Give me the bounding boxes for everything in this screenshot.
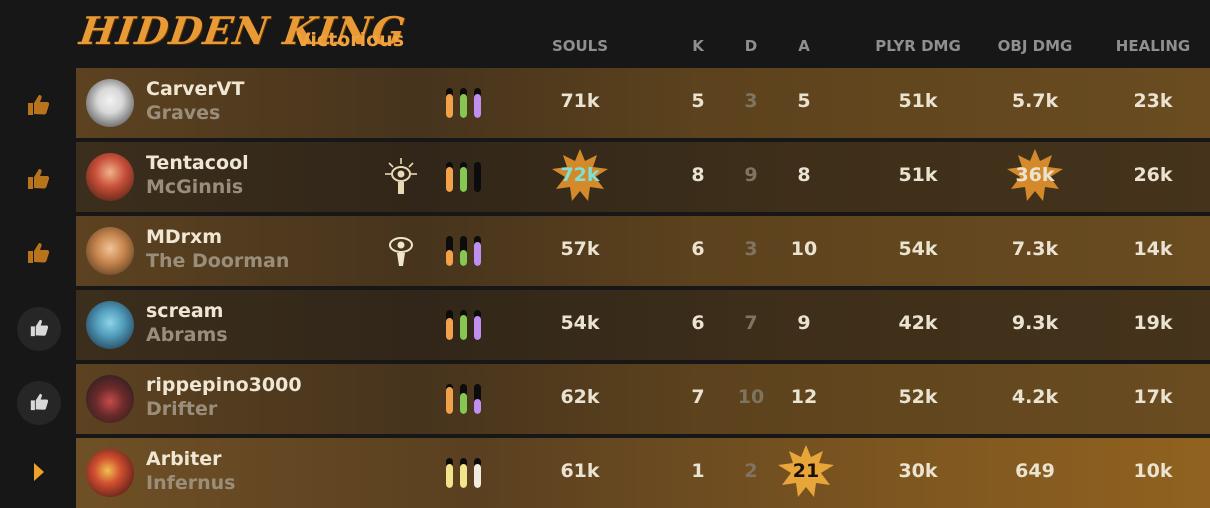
healing-value: 19k	[1133, 312, 1173, 334]
player-name: Tentacool	[146, 152, 249, 174]
hero-portrait-avatar	[86, 153, 134, 201]
souls-value: 54k	[560, 312, 600, 334]
player-damage-value: 42k	[898, 312, 938, 334]
healing-value: 23k	[1133, 90, 1173, 112]
eye-keyhole-icon	[389, 237, 413, 266]
play-arrow-icon	[34, 463, 44, 481]
objective-damage-value: 649	[1015, 460, 1055, 482]
hero-name: Abrams	[146, 324, 228, 346]
upvote-indicator	[0, 216, 76, 286]
column-header-healing[interactable]: HEALING	[1103, 37, 1203, 55]
player-damage-value: 30k	[898, 460, 938, 482]
assists-value: 10	[790, 238, 818, 260]
player-row[interactable]: CarverVT Graves 71k 5 3 5 51k 5.7k 23k	[76, 68, 1210, 138]
thumbs-up-icon	[28, 95, 50, 115]
player-damage-value: 52k	[898, 386, 938, 408]
player-row-self[interactable]: Arbiter Infernus 61k 1 2 21 30k 649 10k	[76, 438, 1210, 508]
build-stat-bars	[446, 458, 486, 488]
upvote-indicator	[0, 142, 76, 212]
upvote-button[interactable]	[0, 290, 76, 360]
scoreboard-header: HIDDEN KING Victorious SOULS K D A PLYR …	[0, 0, 1210, 66]
souls-value: 72k	[540, 149, 620, 201]
match-result: Victorious	[296, 29, 405, 51]
column-header-assists[interactable]: A	[754, 37, 854, 55]
souls-value: 57k	[560, 238, 600, 260]
healing-value: 17k	[1133, 386, 1173, 408]
upvote-button[interactable]	[0, 364, 76, 434]
scoreboard-screen: { "header": { "team_name": "HIDDEN KING"…	[0, 0, 1210, 508]
player-name: Arbiter	[146, 448, 222, 470]
column-header-souls[interactable]: SOULS	[530, 37, 630, 55]
souls-value: 61k	[560, 460, 600, 482]
hero-portrait-avatar	[86, 301, 134, 349]
objective-damage-value: 36k	[995, 149, 1075, 201]
player-name: CarverVT	[146, 78, 245, 100]
thumbs-up-icon	[28, 169, 50, 189]
player-row[interactable]: scream Abrams 54k 6 7 9 42k 9.3k 19k	[76, 290, 1210, 360]
build-stat-bars	[446, 162, 486, 192]
healing-value: 10k	[1133, 460, 1173, 482]
objective-damage-value: 7.3k	[1011, 238, 1059, 260]
souls-value: 71k	[560, 90, 600, 112]
hero-name: Graves	[146, 102, 221, 124]
hero-name: Drifter	[146, 398, 218, 420]
player-row[interactable]: Tentacool McGinnis 72k 8 9 8 51k 36k 26k	[76, 142, 1210, 212]
player-damage-value: 54k	[898, 238, 938, 260]
build-stat-bars	[446, 310, 486, 340]
objective-damage-value: 5.7k	[1011, 90, 1059, 112]
column-header-objective-damage[interactable]: OBJ DMG	[985, 37, 1085, 55]
hero-name: McGinnis	[146, 176, 244, 198]
assists-value: 12	[790, 386, 818, 408]
objective-damage-value: 4.2k	[1011, 386, 1059, 408]
build-stat-bars	[446, 236, 486, 266]
build-stat-bars	[446, 88, 486, 118]
hero-portrait-avatar	[86, 227, 134, 275]
souls-value: 62k	[560, 386, 600, 408]
objective-damage-value: 9.3k	[1011, 312, 1059, 334]
thumbs-up-icon	[28, 243, 50, 263]
player-row[interactable]: MDrxm The Doorman 57k 6 3 10 54k 7.3k 14…	[76, 216, 1210, 286]
hero-portrait-avatar	[86, 79, 134, 127]
player-name: scream	[146, 300, 224, 322]
player-name: MDrxm	[146, 226, 223, 248]
hero-portrait-avatar	[86, 449, 134, 497]
assists-value: 21	[766, 445, 846, 497]
build-stat-bars	[446, 384, 486, 414]
assists-value: 8	[797, 164, 811, 186]
player-damage-value: 51k	[898, 164, 938, 186]
assists-value: 9	[797, 312, 811, 334]
column-header-player-damage[interactable]: PLYR DMG	[868, 37, 968, 55]
self-indicator	[0, 438, 76, 508]
healing-value: 26k	[1133, 164, 1173, 186]
player-damage-value: 51k	[898, 90, 938, 112]
upvote-indicator	[0, 68, 76, 138]
healing-value: 14k	[1133, 238, 1173, 260]
assists-value: 5	[797, 90, 811, 112]
hero-name: The Doorman	[146, 250, 290, 272]
hero-name: Infernus	[146, 472, 236, 494]
hero-portrait-avatar	[86, 375, 134, 423]
player-row[interactable]: rippepino3000 Drifter 62k 7 10 12 52k 4.…	[76, 364, 1210, 434]
thumbs-up-icon	[30, 319, 49, 337]
eye-sun-icon	[385, 158, 417, 194]
thumbs-up-icon	[30, 393, 49, 411]
player-name: rippepino3000	[146, 374, 302, 396]
